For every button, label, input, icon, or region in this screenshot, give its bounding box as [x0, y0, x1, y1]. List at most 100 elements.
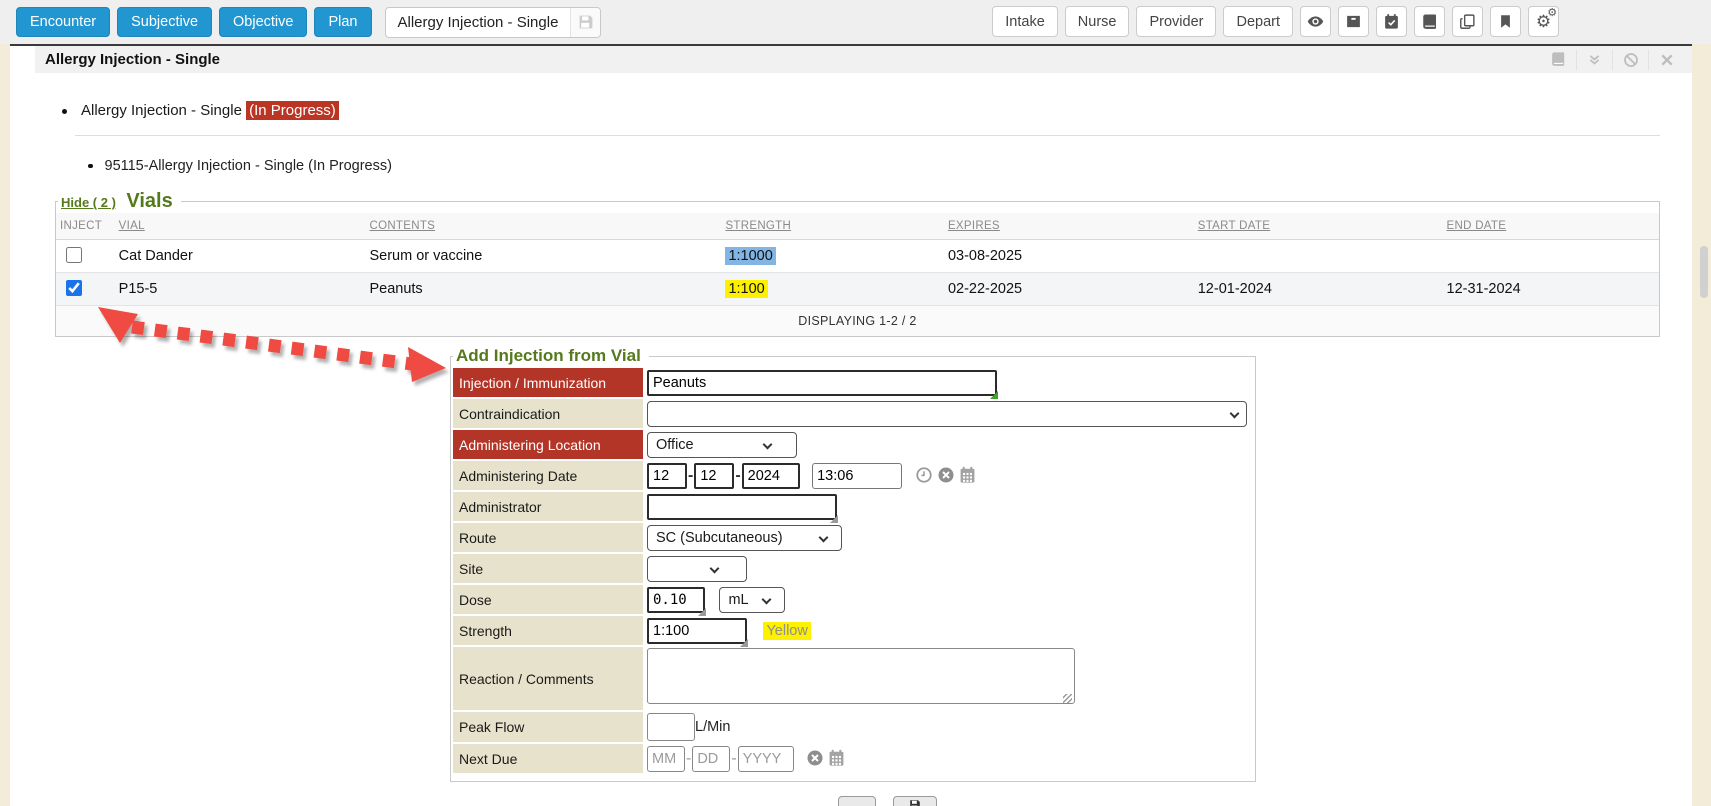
vial-strength: 1:100: [725, 280, 767, 298]
form-row-strength: Strength Yellow: [453, 616, 1253, 645]
nurse-button[interactable]: Nurse: [1065, 6, 1130, 37]
clock-icon[interactable]: [915, 466, 933, 484]
injection-label: Injection / Immunization: [453, 368, 643, 397]
form-row-administrator: Administrator: [453, 492, 1253, 521]
close-icon[interactable]: [1648, 50, 1684, 70]
dose-input[interactable]: [647, 587, 705, 613]
vial-contents: Peanuts: [365, 272, 721, 305]
date-month-input[interactable]: [647, 463, 687, 489]
bullet-dot: [88, 164, 93, 169]
date-day-input[interactable]: [694, 463, 734, 489]
inject-checkbox[interactable]: [66, 247, 82, 263]
form-row-dose: Dose mL: [453, 585, 1253, 614]
peak-flow-unit: L/Min: [695, 719, 730, 735]
vial-expires: 03-08-2025: [944, 239, 1194, 272]
date-year-input[interactable]: [742, 463, 800, 489]
form-save-button[interactable]: [893, 796, 937, 806]
chevron-down-icon: [819, 532, 829, 542]
bookmark-icon[interactable]: [1490, 6, 1521, 37]
administrator-label: Administrator: [453, 492, 643, 521]
vial-end-date: [1443, 239, 1659, 272]
hide-vials-link[interactable]: Hide ( 2 ): [61, 195, 116, 210]
save-icon[interactable]: [570, 8, 600, 37]
vial-start-date: 12-01-2024: [1194, 272, 1443, 305]
add-injection-title: Add Injection from Vial: [453, 346, 649, 366]
eye-icon[interactable]: [1300, 6, 1331, 37]
depart-button[interactable]: Depart: [1223, 6, 1293, 37]
peak-flow-input[interactable]: [647, 713, 695, 741]
inject-checkbox[interactable]: [66, 280, 82, 296]
status-badge: (In Progress): [246, 101, 339, 120]
vials-table: INJECT VIAL CONTENTS STRENGTH EXPIRES ST…: [56, 213, 1659, 306]
bullet-dot: [62, 109, 67, 114]
injection-form-table: Injection / Immunization Contraindicatio…: [451, 366, 1255, 775]
top-toolbar: Encounter Subjective Objective Plan Alle…: [0, 0, 1711, 44]
reaction-textarea[interactable]: [647, 648, 1075, 704]
clear-date-icon[interactable]: [937, 466, 955, 484]
form-row-administering-date: Administering Date --: [453, 461, 1253, 490]
col-vial[interactable]: VIAL: [115, 213, 366, 239]
disable-icon[interactable]: [1612, 50, 1648, 70]
clear-date-icon[interactable]: [806, 749, 824, 767]
vial-strength: 1:1000: [725, 247, 775, 265]
col-contents[interactable]: CONTENTS: [365, 213, 721, 239]
intake-button[interactable]: Intake: [992, 6, 1058, 37]
book-icon[interactable]: [1414, 6, 1445, 37]
form-row-next-due: Next Due --: [453, 744, 1253, 773]
form-row-reaction: Reaction / Comments: [453, 647, 1253, 710]
save-icon: [909, 799, 921, 806]
dose-unit-select[interactable]: mL: [719, 587, 785, 613]
calendar-icon[interactable]: [959, 466, 976, 484]
administering-location-select[interactable]: Office: [647, 432, 797, 458]
col-end-date[interactable]: END DATE: [1443, 213, 1659, 239]
gears-icon[interactable]: ⚙⚙: [1528, 6, 1559, 37]
administering-date-label: Administering Date: [453, 461, 643, 490]
form-row-administering-location: Administering Location Office: [453, 430, 1253, 459]
form-title-bar: Allergy Injection - Single: [35, 46, 1692, 73]
site-select[interactable]: [647, 556, 747, 582]
status-line-1: Allergy Injection - Single (In Progress): [62, 102, 339, 119]
col-strength[interactable]: STRENGTH: [721, 213, 943, 239]
strength-input[interactable]: [647, 618, 747, 644]
next-due-day-input[interactable]: [692, 746, 730, 772]
calendar-icon[interactable]: [828, 749, 845, 767]
next-due-year-input[interactable]: [738, 746, 794, 772]
col-start-date[interactable]: START DATE: [1194, 213, 1443, 239]
route-select[interactable]: SC (Subcutaneous): [647, 525, 842, 551]
administrator-input[interactable]: [647, 494, 837, 520]
copy-icon[interactable]: [1452, 6, 1483, 37]
subjective-button[interactable]: Subjective: [117, 7, 212, 37]
vial-start-date: [1194, 239, 1443, 272]
vial-expires: 02-22-2025: [944, 272, 1194, 305]
vials-section: Hide ( 2 ) Vials INJECT VIAL CONTENTS ST…: [55, 190, 1660, 337]
time-input[interactable]: [812, 463, 902, 489]
contraindication-select[interactable]: [647, 401, 1247, 427]
divider: [75, 135, 1660, 136]
dose-label: Dose: [453, 585, 643, 614]
contraindication-label: Contraindication: [453, 399, 643, 428]
plan-button[interactable]: Plan: [314, 7, 371, 37]
book-icon[interactable]: [1540, 50, 1576, 70]
encounter-button[interactable]: Encounter: [16, 7, 110, 37]
collapse-chevrons-icon[interactable]: [1576, 50, 1612, 70]
form-row-injection: Injection / Immunization: [453, 368, 1253, 397]
drawer-icon[interactable]: [1338, 6, 1369, 37]
injection-input[interactable]: [647, 370, 997, 396]
vials-header-row: INJECT VIAL CONTENTS STRENGTH EXPIRES ST…: [56, 213, 1659, 239]
table-paging-status: DISPLAYING 1-2 / 2: [56, 306, 1659, 336]
peak-flow-label: Peak Flow: [453, 712, 643, 742]
objective-button[interactable]: Objective: [219, 7, 307, 37]
provider-button[interactable]: Provider: [1136, 6, 1216, 37]
form-selector[interactable]: Allergy Injection - Single: [385, 7, 602, 38]
status-line-2: 95115-Allergy Injection - Single (In Pro…: [88, 158, 392, 174]
chevron-down-icon: [710, 563, 720, 573]
administering-location-label: Administering Location: [453, 430, 643, 459]
vial-color-note: Yellow: [763, 622, 810, 640]
col-expires[interactable]: EXPIRES: [944, 213, 1194, 239]
vial-name: Cat Dander: [115, 239, 366, 272]
col-inject: INJECT: [56, 213, 115, 239]
form-action-button[interactable]: [838, 796, 876, 806]
scrollbar-thumb[interactable]: [1700, 246, 1708, 298]
next-due-month-input[interactable]: [647, 746, 685, 772]
calendar-check-icon[interactable]: [1376, 6, 1407, 37]
